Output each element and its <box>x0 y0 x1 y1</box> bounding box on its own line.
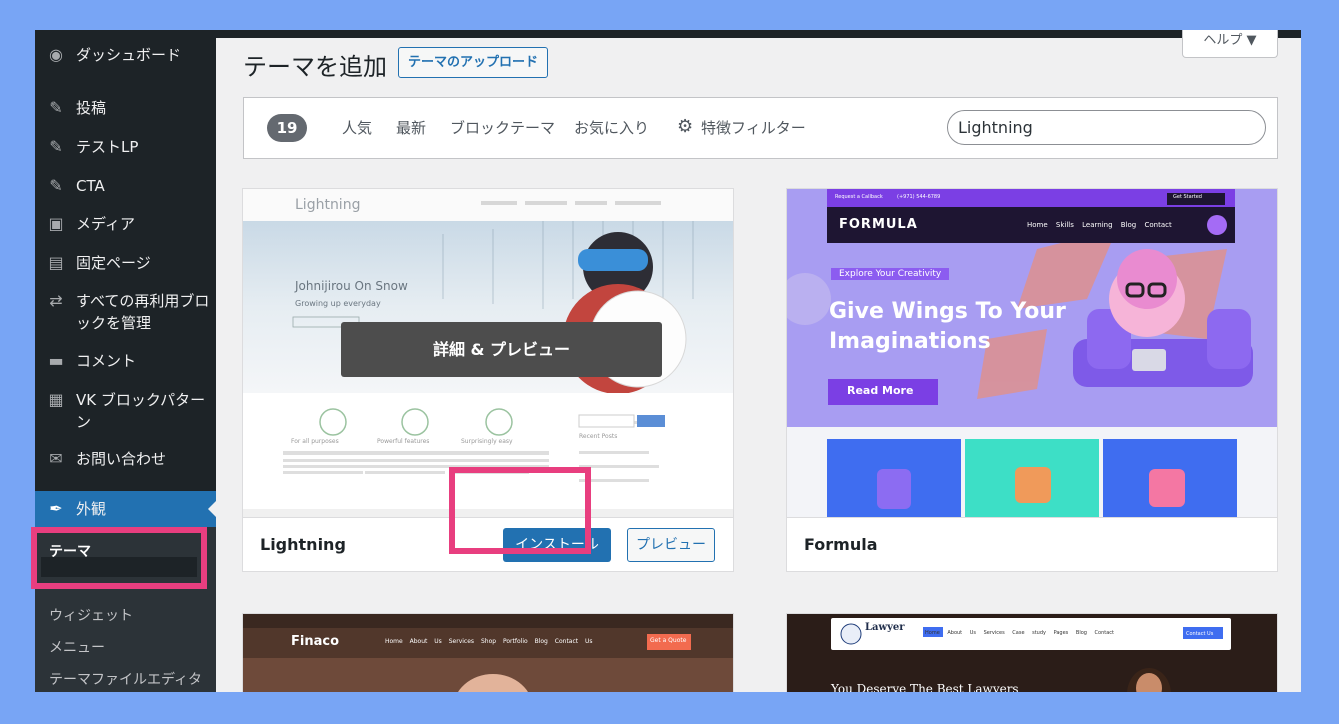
theme-card-finaco[interactable]: Finaco Home About Us Services Shop Portf… <box>242 613 734 692</box>
finaco-nav-shop: Shop <box>480 638 497 645</box>
sidebar-item-cta[interactable]: ✎ CTA <box>35 175 216 197</box>
submenu-item-menus[interactable]: メニュー <box>49 637 105 657</box>
finaco-nav-portfolio: Portfolio <box>502 638 528 645</box>
sidebar-item-contact[interactable]: ✉ お問い合わせ <box>35 448 216 470</box>
lawyer-nav-services: Services <box>983 630 1005 636</box>
sidebar-item-pages[interactable]: ▤ 固定ページ <box>35 252 216 274</box>
media-icon: ▣ <box>48 214 64 233</box>
lawyer-logo: Lawyer <box>865 622 905 633</box>
lawyer-headline: You Deserve The Best Lawyers <box>831 682 1019 692</box>
formula-get-started: Get Started <box>1173 194 1202 200</box>
theme-screenshot[interactable]: Request a Callback (+971) 544-6789 Get S… <box>787 189 1277 517</box>
sidebar-item-posts[interactable]: ✎ 投稿 <box>35 97 216 119</box>
reusable-block-icon: ⇄ <box>49 291 63 310</box>
formula-read-more: Read More <box>847 384 914 397</box>
formula-callback-text: Request a Callback <box>835 194 883 200</box>
finaco-quote-button: Get a Quote <box>650 637 687 644</box>
lawyer-nav: Home About Us Services Case study Pages … <box>925 630 1114 636</box>
dashboard-icon: ◉ <box>49 45 63 64</box>
formula-nav-blog: Blog <box>1120 221 1137 229</box>
pin-icon: ✎ <box>49 98 63 117</box>
page-title: テーマを追加 <box>243 53 387 81</box>
lightning-logo: Lightning <box>295 197 361 213</box>
comment-icon: ▬ <box>48 351 64 370</box>
sidebar-item-comments[interactable]: ▬ コメント <box>35 350 216 372</box>
finaco-nav-about: About Us <box>409 638 442 645</box>
sidebar-item-testlp[interactable]: ✎ テストLP <box>35 136 216 158</box>
lawyer-contact-button: Contact Us <box>1186 631 1214 637</box>
pin-icon: ✎ <box>49 137 63 156</box>
formula-headline-2: Imaginations <box>829 329 991 354</box>
theme-name: Formula <box>804 535 878 554</box>
formula-nav-learning: Learning <box>1082 221 1113 229</box>
theme-card-formula[interactable]: Request a Callback (+971) 544-6789 Get S… <box>786 188 1278 572</box>
tab-block-themes[interactable]: ブロックテーマ <box>450 117 555 138</box>
lightning-hero-subtitle: Growing up everyday <box>295 299 381 308</box>
formula-nav-contact: Contact <box>1144 221 1172 229</box>
details-preview-button[interactable]: 詳細 & プレビュー <box>341 322 662 377</box>
tab-favorites[interactable]: お気に入り <box>574 117 649 138</box>
theme-card-footer: Formula <box>787 517 1277 571</box>
submenu-item-widgets[interactable]: ウィジェット <box>49 605 133 625</box>
admin-bar <box>35 30 1301 38</box>
tab-popular[interactable]: 人気 <box>342 117 372 138</box>
grid-icon: ▦ <box>48 390 64 409</box>
lawyer-nav-pages: Pages <box>1053 630 1069 636</box>
theme-name: Lightning <box>260 535 346 554</box>
theme-filter-bar: 19 人気 最新 ブロックテーマ お気に入り ⚙ 特徴フィルター Lightni… <box>243 97 1278 159</box>
sidebar-item-appearance[interactable]: ✒ 外観 <box>35 491 216 527</box>
pin-icon: ✎ <box>49 176 63 195</box>
formula-nav-skills: Skills <box>1055 221 1074 229</box>
page-icon: ▤ <box>48 253 64 272</box>
formula-phone-text: (+971) 544-6789 <box>897 194 941 200</box>
formula-nav-home: Home <box>1027 221 1048 229</box>
lightning-recent-posts-heading: Recent Posts <box>579 433 618 440</box>
brush-icon: ✒ <box>49 499 63 518</box>
lightning-hero-title: Johnijirou On Snow <box>295 279 408 293</box>
formula-nav: Home Skills Learning Blog Contact <box>1027 221 1172 229</box>
formula-headline-1: Give Wings To Your <box>829 299 1066 324</box>
sidebar-item-vk-patterns[interactable]: ▦ VK ブロックパターン <box>35 389 216 433</box>
gear-icon[interactable]: ⚙ <box>677 116 693 137</box>
highlight-install-button <box>449 467 591 554</box>
lawyer-nav-contact: Contact <box>1094 630 1114 636</box>
feature-filter-button[interactable]: 特徴フィルター <box>701 117 806 138</box>
sidebar-item-media[interactable]: ▣ メディア <box>35 213 216 235</box>
finaco-nav-contact: Contact Us <box>554 638 593 645</box>
lawyer-screenshot-image <box>787 614 1277 692</box>
preview-button[interactable]: プレビュー <box>627 528 715 562</box>
lightning-feature-3: Surprisingly easy <box>461 438 513 445</box>
lightning-feature-2: Powerful features <box>377 438 430 445</box>
lawyer-nav-case-study: Case study <box>1012 630 1046 636</box>
formula-tagline: Explore Your Creativity <box>831 268 950 280</box>
admin-sidebar: ◉ ダッシュボード ✎ 投稿 ✎ テストLP ✎ CTA ▣ メディア ▤ 固定… <box>35 30 216 692</box>
help-tab-button[interactable]: ヘルプ ▼ <box>1182 30 1278 58</box>
upload-theme-button[interactable]: テーマのアップロード <box>398 47 549 78</box>
finaco-nav-services: Services <box>448 638 475 645</box>
lawyer-nav-about: About Us <box>947 630 976 636</box>
lawyer-nav-home: Home <box>925 630 940 636</box>
wp-admin-window: ◉ ダッシュボード ✎ 投稿 ✎ テストLP ✎ CTA ▣ メディア ▤ 固定… <box>35 30 1301 692</box>
sidebar-item-reusable-blocks[interactable]: ⇄ すべての再利用ブロックを管理 <box>35 290 216 334</box>
lawyer-nav-blog: Blog <box>1075 630 1087 636</box>
finaco-nav-blog: Blog <box>534 638 548 645</box>
tab-latest[interactable]: 最新 <box>396 117 426 138</box>
formula-logo: FORMULA <box>839 217 918 232</box>
lightning-feature-1: For all purposes <box>291 438 339 445</box>
finaco-nav: Home About Us Services Shop Portfolio Bl… <box>385 638 593 645</box>
theme-card-lawyer[interactable]: Lawyer Home About Us Services Case study… <box>786 613 1278 692</box>
finaco-screenshot-image <box>243 614 733 692</box>
sidebar-item-dashboard[interactable]: ◉ ダッシュボード <box>35 44 216 66</box>
finaco-logo: Finaco <box>291 634 340 649</box>
finaco-nav-home: Home <box>385 638 403 645</box>
highlight-theme-menu <box>31 527 207 589</box>
theme-count-badge: 19 <box>267 114 307 142</box>
mail-icon: ✉ <box>49 449 63 468</box>
search-input[interactable]: Lightning <box>947 110 1266 145</box>
submenu-item-theme-editor[interactable]: テーマファイルエディタ <box>49 669 202 689</box>
